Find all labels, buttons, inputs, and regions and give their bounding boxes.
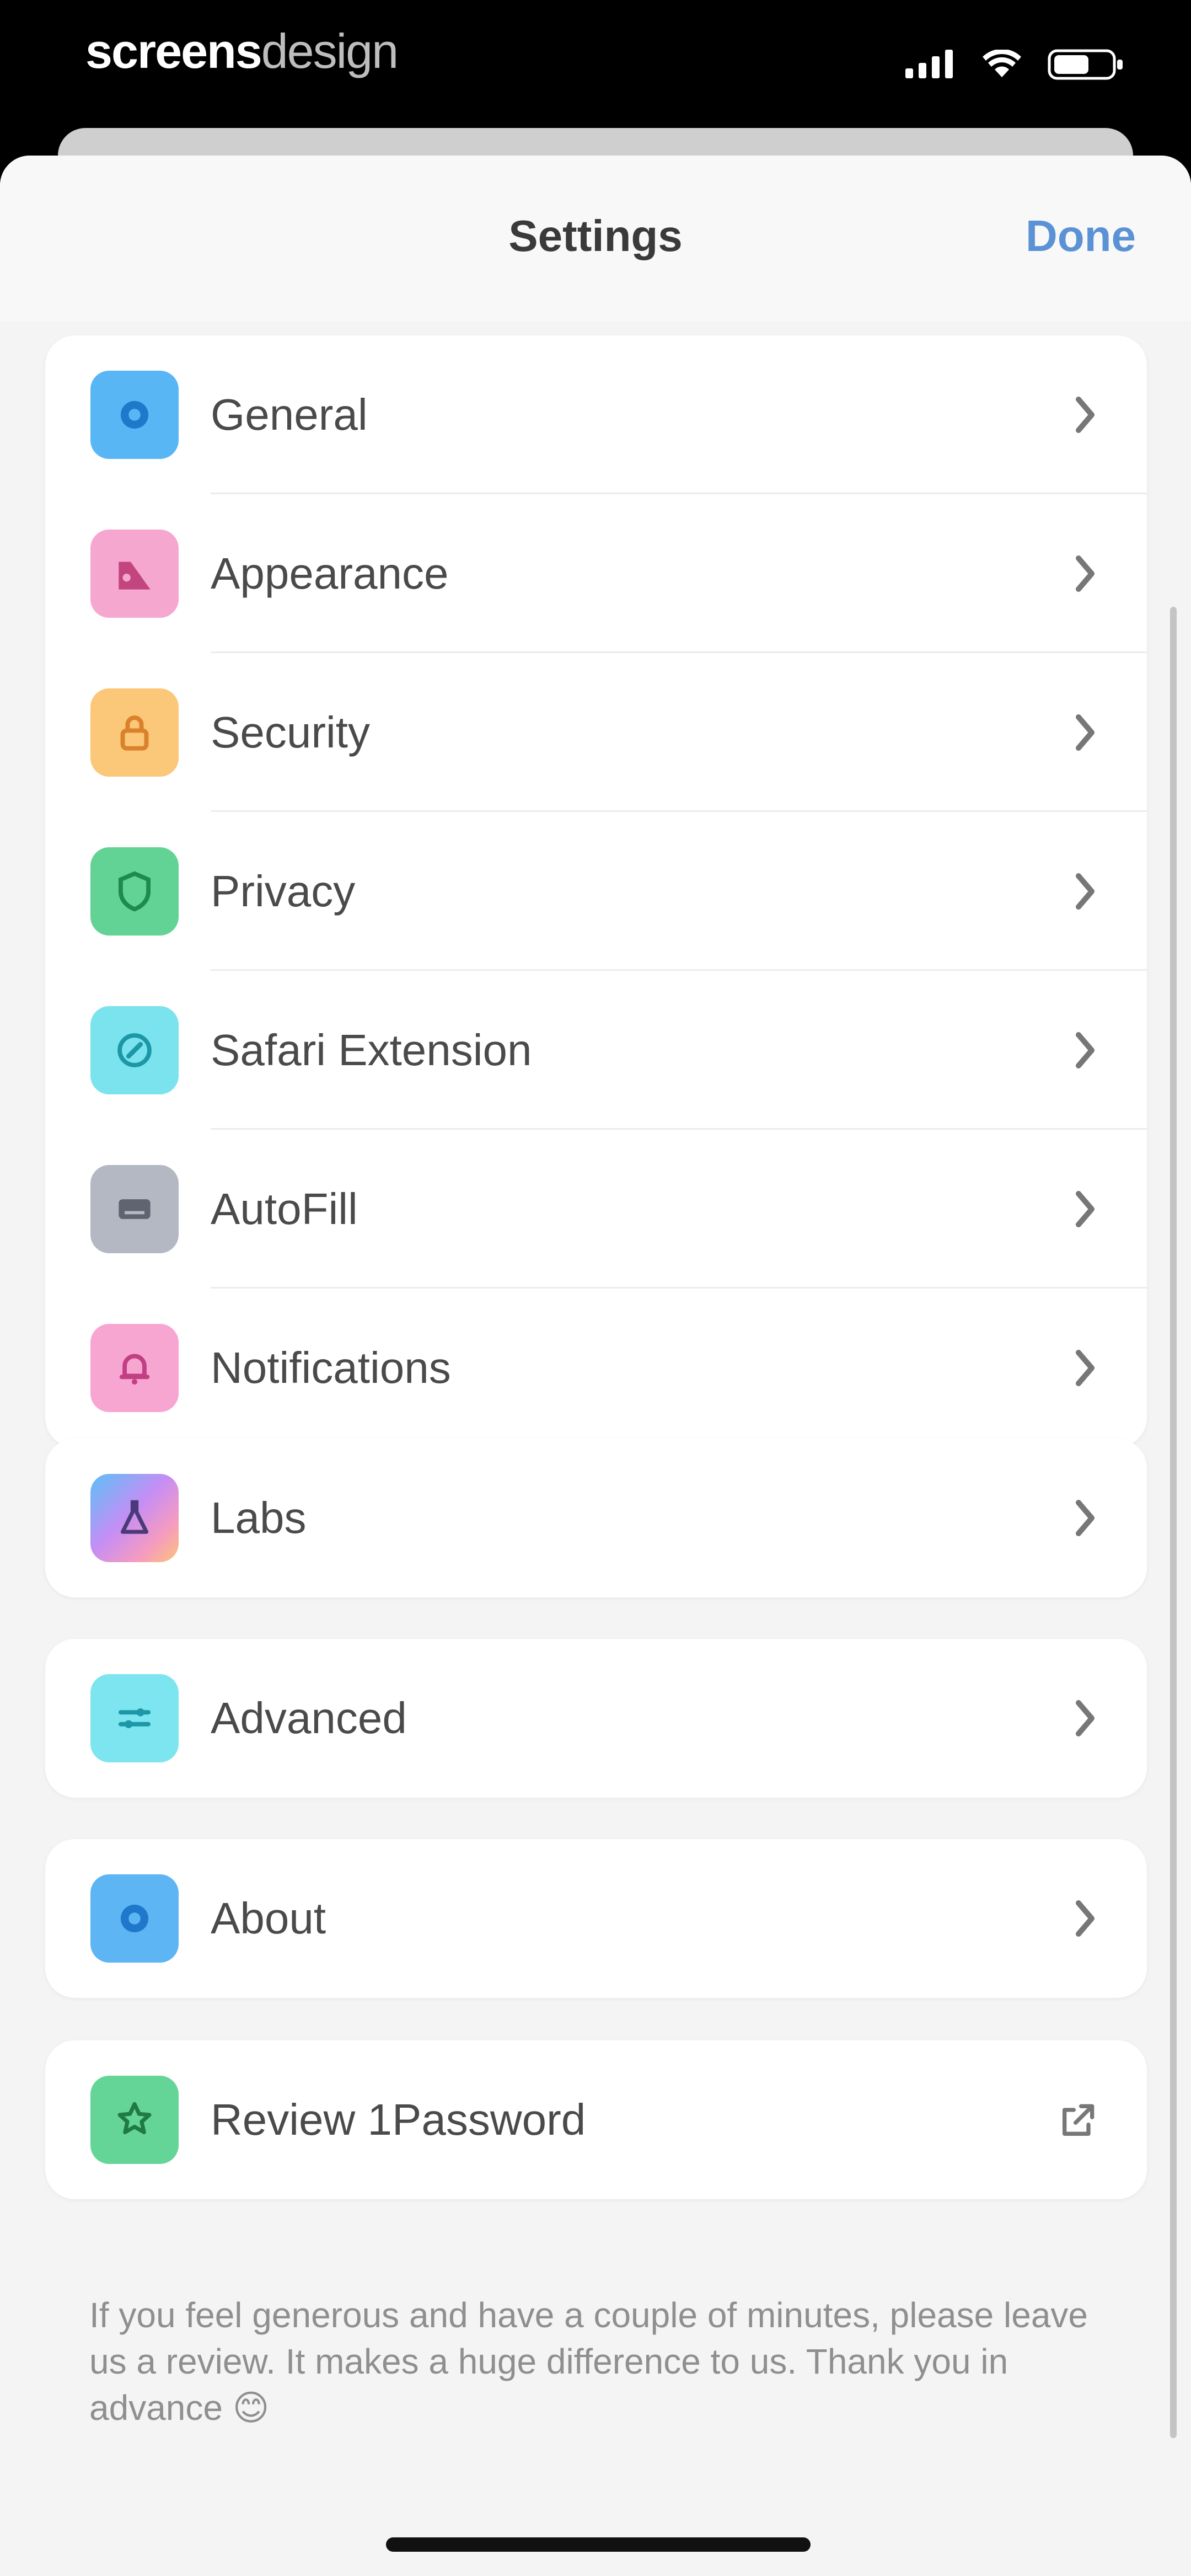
external-link-icon [1055,2099,1099,2146]
settings-row-privacy[interactable]: Privacy [45,812,1147,971]
chevron-right-icon [1073,713,1097,755]
compass-icon [90,1006,179,1094]
navigation-bar: Settings Done [0,156,1191,321]
settings-group-main: General Appearance Security Privacy Safa… [45,335,1147,1447]
scrollbar[interactable] [1170,607,1177,2438]
settings-row-label: About [211,1894,326,1943]
done-button[interactable]: Done [1026,211,1136,261]
chevron-right-icon [1073,395,1097,437]
chevron-right-icon [1073,1030,1097,1073]
settings-row-security[interactable]: Security [45,653,1147,812]
settings-row-advanced[interactable]: Advanced [45,1639,1147,1798]
flask-icon [90,1474,179,1562]
settings-row-autofill[interactable]: AutoFill [45,1130,1147,1289]
review-footer-text: If you feel generous and have a couple o… [89,2295,1088,2428]
lock-icon [90,688,179,777]
settings-sheet: Settings Done General Appearance Securit… [0,156,1191,2576]
settings-group-about: About [45,1839,1147,1998]
settings-row-labs[interactable]: Labs [45,1439,1147,1597]
info-icon [90,1874,179,1963]
settings-row-notifications[interactable]: Notifications [45,1289,1147,1447]
wifi-icon [983,50,1021,78]
settings-row-label: Safari Extension [211,1025,532,1075]
settings-group-advanced: Advanced [45,1639,1147,1798]
gear-icon [90,371,179,459]
settings-row-label: General [211,390,368,439]
status-icons [905,47,1125,81]
settings-row-safari-extension[interactable]: Safari Extension [45,971,1147,1130]
star-icon [90,2076,179,2164]
settings-row-review[interactable]: Review 1Password [45,2040,1147,2199]
sliders-icon [90,1674,179,1762]
palette-icon [90,530,179,618]
settings-group-labs: Labs [45,1439,1147,1597]
settings-row-general[interactable]: General [45,335,1147,494]
home-indicator[interactable] [386,2537,811,2552]
settings-row-label: Labs [211,1493,307,1542]
settings-row-label: Privacy [211,867,356,916]
settings-row-label: AutoFill [211,1184,358,1233]
status-bar: screensdesign [0,0,1191,127]
bell-icon [90,1324,179,1412]
settings-row-label: Security [211,708,370,757]
keyboard-icon [90,1165,179,1253]
settings-row-label: Notifications [211,1343,451,1392]
cellular-signal-icon [905,50,956,78]
chevron-right-icon [1073,1899,1097,1941]
page-title: Settings [508,211,683,260]
brand-watermark: screensdesign [85,24,399,78]
settings-row-appearance[interactable]: Appearance [45,494,1147,653]
settings-row-about[interactable]: About [45,1839,1147,1998]
chevron-right-icon [1073,872,1097,914]
settings-row-label: Advanced [211,1693,407,1743]
battery-icon [1048,47,1125,81]
chevron-right-icon [1073,1348,1097,1391]
chevron-right-icon [1073,554,1097,596]
settings-group-review: Review 1Password [45,2040,1147,2199]
chevron-right-icon [1073,1698,1097,1741]
chevron-right-icon [1073,1189,1097,1232]
shield-icon [90,847,179,936]
settings-row-label: Appearance [211,549,449,598]
settings-row-label: Review 1Password [211,2095,586,2144]
chevron-right-icon [1073,1498,1097,1541]
